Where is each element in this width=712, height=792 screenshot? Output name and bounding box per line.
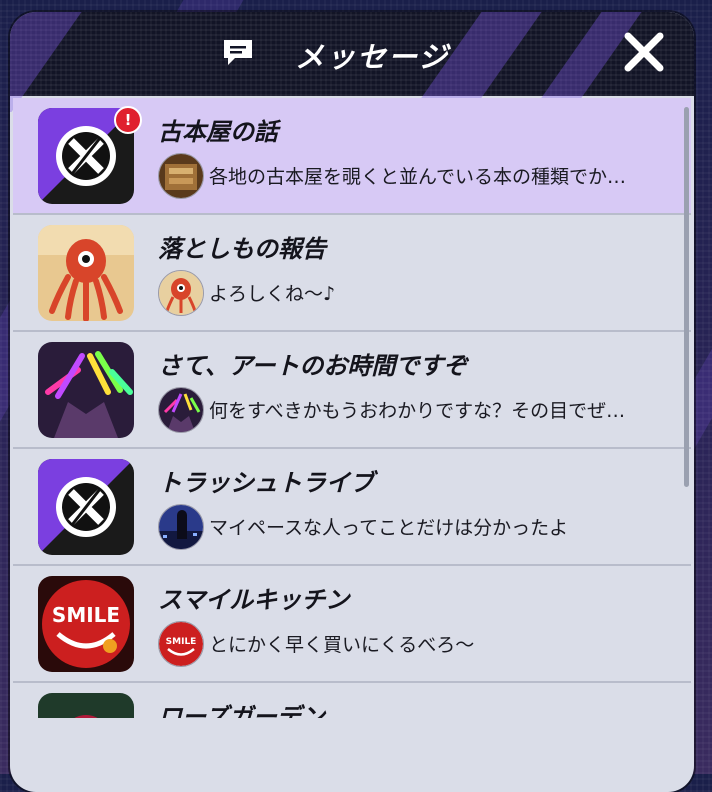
night-city-icon bbox=[158, 504, 204, 550]
smile-logo-text: SMILE bbox=[166, 637, 197, 647]
page-title: メッセージ bbox=[295, 40, 450, 74]
message-preview: 各地の古本屋を覗くと並んでいる本の種類でか… bbox=[209, 166, 627, 188]
message-row[interactable]: ローズガーデン bbox=[13, 683, 691, 718]
message-row[interactable]: ! 古本屋の話 各地の古本屋を覗くと並んでいる本の種類でか… bbox=[13, 98, 691, 215]
close-button[interactable] bbox=[622, 30, 666, 74]
message-preview: とにかく早く買いにくるべろ～ bbox=[209, 634, 475, 656]
rose-icon bbox=[38, 693, 134, 718]
message-row[interactable]: 落としもの報告 よろしくね～♪ bbox=[13, 215, 691, 332]
message-preview: 何をすべきかもうおわかりですな？その目でぜ… bbox=[209, 400, 626, 422]
glowstick-hands-icon bbox=[158, 387, 204, 433]
message-row[interactable]: トラッシュトライブ マイペースな人ってことだけは分かったよ bbox=[13, 449, 691, 566]
list-scrollbar[interactable] bbox=[684, 107, 689, 487]
message-row[interactable]: さて、アートのお時間ですぞ 何をすべきかもうおわかりですな？その目でぜ… bbox=[13, 332, 691, 449]
message-preview: マイペースな人ってことだけは分かったよ bbox=[209, 517, 569, 539]
message-title: 古本屋の話 bbox=[158, 118, 278, 146]
message-list[interactable]: ! 古本屋の話 各地の古本屋を覗くと並んでいる本の種類でか… 落としもの報告 よ… bbox=[13, 98, 691, 718]
unread-badge: ! bbox=[114, 106, 142, 134]
message-title: ローズガーデン bbox=[158, 703, 325, 718]
message-dialog: メッセージ ! 古本屋の話 各地の古本屋を覗くと並んでいる本の種類でか… 落とし… bbox=[10, 12, 694, 792]
smile-kitchen-icon: SMILE bbox=[158, 621, 204, 667]
book-portrait-icon bbox=[158, 153, 204, 199]
message-row[interactable]: SMILE スマイルキッチン SMILE とにかく早く買いにくるべろ～ bbox=[13, 566, 691, 683]
message-title: スマイルキッチン bbox=[158, 586, 350, 614]
message-title: 落としもの報告 bbox=[158, 235, 326, 263]
message-icon bbox=[224, 40, 252, 65]
smile-logo-text: SMILE bbox=[52, 603, 120, 627]
header-stripe bbox=[10, 12, 89, 112]
message-title: トラッシュトライブ bbox=[158, 469, 374, 497]
smile-kitchen-icon: SMILE bbox=[38, 576, 134, 672]
trash-tribe-icon bbox=[38, 459, 134, 555]
octopus-icon bbox=[38, 225, 134, 321]
glowstick-hands-icon bbox=[38, 342, 134, 438]
message-title: さて、アートのお時間ですぞ bbox=[158, 352, 468, 380]
octopus-icon bbox=[158, 270, 204, 316]
dialog-header: メッセージ bbox=[10, 12, 694, 112]
message-preview: よろしくね～♪ bbox=[209, 283, 336, 305]
